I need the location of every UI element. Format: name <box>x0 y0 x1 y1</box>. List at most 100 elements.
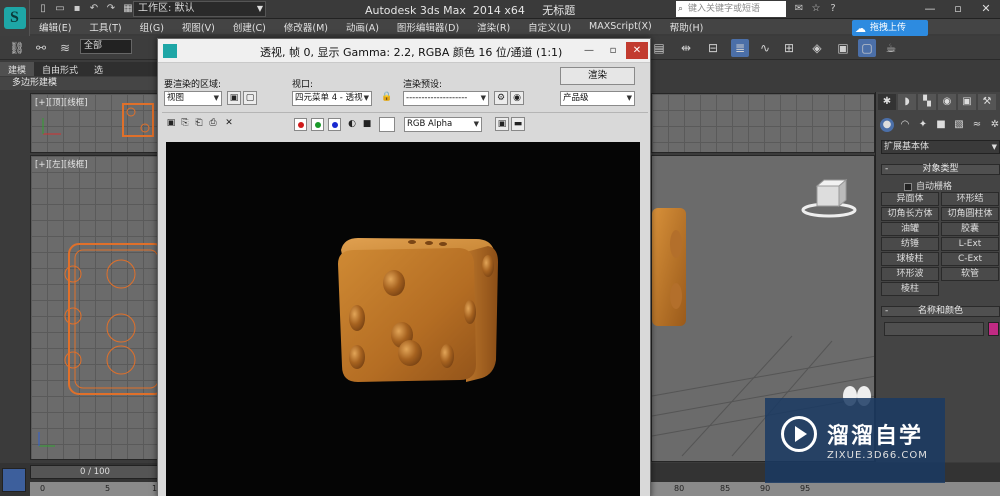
render-setup-icon[interactable]: ▣ <box>834 39 852 57</box>
polygon-modeling-panel[interactable]: 多边形建模 <box>0 77 160 90</box>
hierarchy-tab-icon[interactable]: ▚ <box>918 94 936 110</box>
maximize-button[interactable]: ▫ <box>944 0 972 18</box>
named-selection-icon[interactable]: ▤ <box>650 39 668 57</box>
viewport-front[interactable] <box>651 93 875 153</box>
auto-region-icon[interactable]: ▢ <box>243 91 257 105</box>
menu-group[interactable]: 组(G) <box>131 20 173 34</box>
alpha-channel-icon[interactable]: ◐ <box>345 118 359 132</box>
oiltank-button[interactable]: 油罐 <box>881 222 939 236</box>
bind-spacewarp-icon[interactable]: ≋ <box>56 39 74 57</box>
systems-icon[interactable]: ✲ <box>988 118 1000 132</box>
chamfer-box-button[interactable]: 切角长方体 <box>881 207 939 221</box>
menu-maxscript[interactable]: MAXScript(X) <box>580 21 661 32</box>
primitive-type-dropdown[interactable]: 扩展基本体 ▼ <box>881 140 1000 154</box>
toggle-ui-overlay-icon[interactable]: ▣ <box>495 117 509 131</box>
object-name-field[interactable] <box>884 322 984 336</box>
render-setup-icon[interactable]: ⚙ <box>494 91 508 105</box>
workspace-dropdown[interactable]: 工作区: 默认 ▼ <box>133 1 266 17</box>
menu-create[interactable]: 创建(C) <box>224 20 275 34</box>
render-output-canvas[interactable] <box>166 142 640 496</box>
tab-modeling[interactable]: 建模 <box>0 62 35 76</box>
modify-tab-icon[interactable]: ◗ <box>898 94 916 110</box>
application-button[interactable]: S <box>0 0 30 36</box>
edit-region-icon[interactable]: ▣ <box>227 91 241 105</box>
create-tab-icon[interactable]: ✱ <box>878 94 896 110</box>
ringwave-button[interactable]: 环形波 <box>881 267 939 281</box>
monochrome-icon[interactable]: ■ <box>360 118 374 132</box>
unlink-icon[interactable]: ⚯ <box>32 39 50 57</box>
minimize-button[interactable]: — <box>916 0 944 18</box>
favorites-icon[interactable]: ☆ <box>809 2 823 16</box>
clear-icon[interactable]: ✕ <box>222 117 236 131</box>
rendered-frame-window-icon[interactable]: ▢ <box>858 39 876 57</box>
name-color-rollout[interactable]: - 名称和颜色 <box>881 306 1000 317</box>
channel-dropdown[interactable]: RGB Alpha ▼ <box>404 117 482 132</box>
copy-image-icon[interactable]: ⎘ <box>178 117 192 131</box>
tab-freeform[interactable]: 自由形式 <box>34 62 86 76</box>
time-slider[interactable]: 0 / 100 <box>30 465 160 479</box>
spacewarps-icon[interactable]: ≈ <box>970 118 984 132</box>
render-quality-dropdown[interactable]: 产品级 ▼ <box>560 91 635 106</box>
lock-icon[interactable]: 🔒 <box>380 91 394 105</box>
selection-filter-dropdown[interactable]: 全部 <box>80 39 132 54</box>
green-channel-toggle[interactable] <box>311 118 324 131</box>
print-icon[interactable]: ⎙ <box>206 117 220 131</box>
autogrid-checkbox[interactable]: 自动栅格 <box>904 179 952 192</box>
close-button[interactable]: ✕ <box>972 0 1000 18</box>
render-production-icon[interactable]: ☕ <box>882 39 900 57</box>
open-file-icon[interactable]: ▭ <box>53 2 67 16</box>
geometry-icon[interactable]: ● <box>880 118 894 132</box>
l-ext-button[interactable]: L-Ext <box>941 237 999 251</box>
curve-editor-icon[interactable]: ∿ <box>756 39 774 57</box>
search-input[interactable]: ⌕ 键入关键字或短语 <box>676 1 786 17</box>
undo-icon[interactable]: ↶ <box>87 2 101 16</box>
gengon-button[interactable]: 球棱柱 <box>881 252 939 266</box>
viewport-layout-icon[interactable] <box>2 468 26 492</box>
menu-edit[interactable]: 编辑(E) <box>30 20 80 34</box>
communication-center-icon[interactable]: ✉ <box>792 2 806 16</box>
red-channel-toggle[interactable] <box>294 118 307 131</box>
object-type-rollout[interactable]: - 对象类型 <box>881 164 1000 175</box>
menu-graph-editors[interactable]: 图形编辑器(D) <box>388 20 468 34</box>
schematic-view-icon[interactable]: ⊞ <box>780 39 798 57</box>
utilities-tab-icon[interactable]: ⚒ <box>978 94 996 110</box>
layer-manager-icon[interactable]: ≣ <box>731 39 749 57</box>
area-to-render-dropdown[interactable]: 视图 ▼ <box>164 91 222 106</box>
menu-help[interactable]: 帮助(H) <box>661 20 713 34</box>
viewport-left[interactable]: [+][左][线框] <box>30 155 158 460</box>
menu-animation[interactable]: 动画(A) <box>337 20 388 34</box>
spindle-button[interactable]: 纺锤 <box>881 237 939 251</box>
display-tab-icon[interactable]: ▣ <box>958 94 976 110</box>
prism-button[interactable]: 棱柱 <box>881 282 939 296</box>
minimize-button[interactable]: — <box>578 42 600 59</box>
material-editor-icon[interactable]: ◈ <box>808 39 826 57</box>
render-button[interactable]: 渲染 <box>560 67 635 85</box>
menu-views[interactable]: 视图(V) <box>173 20 224 34</box>
lights-icon[interactable]: ✦ <box>916 118 930 132</box>
toggle-ui-icon[interactable]: ▬ <box>511 117 525 131</box>
save-icon[interactable]: ▪ <box>70 2 84 16</box>
hedra-button[interactable]: 异面体 <box>881 192 939 206</box>
chamfer-cyl-button[interactable]: 切角圆柱体 <box>941 207 999 221</box>
helpers-icon[interactable]: ▧ <box>952 118 966 132</box>
hose-button[interactable]: 软管 <box>941 267 999 281</box>
menu-tools[interactable]: 工具(T) <box>80 20 130 34</box>
blue-channel-toggle[interactable] <box>328 118 341 131</box>
menu-customize[interactable]: 自定义(U) <box>519 20 580 34</box>
new-file-icon[interactable]: ▯ <box>36 2 50 16</box>
viewport-dropdown[interactable]: 四元菜单 4 - 透视 ▼ <box>292 91 372 106</box>
motion-tab-icon[interactable]: ◉ <box>938 94 956 110</box>
torus-knot-button[interactable]: 环形结 <box>941 192 999 206</box>
cameras-icon[interactable]: ■ <box>934 118 948 132</box>
menu-modifiers[interactable]: 修改器(M) <box>275 20 337 34</box>
link-icon[interactable]: ⛓ <box>8 39 26 57</box>
menu-rendering[interactable]: 渲染(R) <box>468 20 519 34</box>
capsule-button[interactable]: 胶囊 <box>941 222 999 236</box>
environment-icon[interactable]: ◉ <box>510 91 524 105</box>
render-preset-dropdown[interactable]: -------------------- ▼ <box>403 91 489 106</box>
mirror-icon[interactable]: ⇹ <box>677 39 695 57</box>
maximize-button[interactable]: ▫ <box>602 42 624 59</box>
redo-icon[interactable]: ↷ <box>104 2 118 16</box>
object-color-swatch[interactable] <box>988 322 999 336</box>
c-ext-button[interactable]: C-Ext <box>941 252 999 266</box>
